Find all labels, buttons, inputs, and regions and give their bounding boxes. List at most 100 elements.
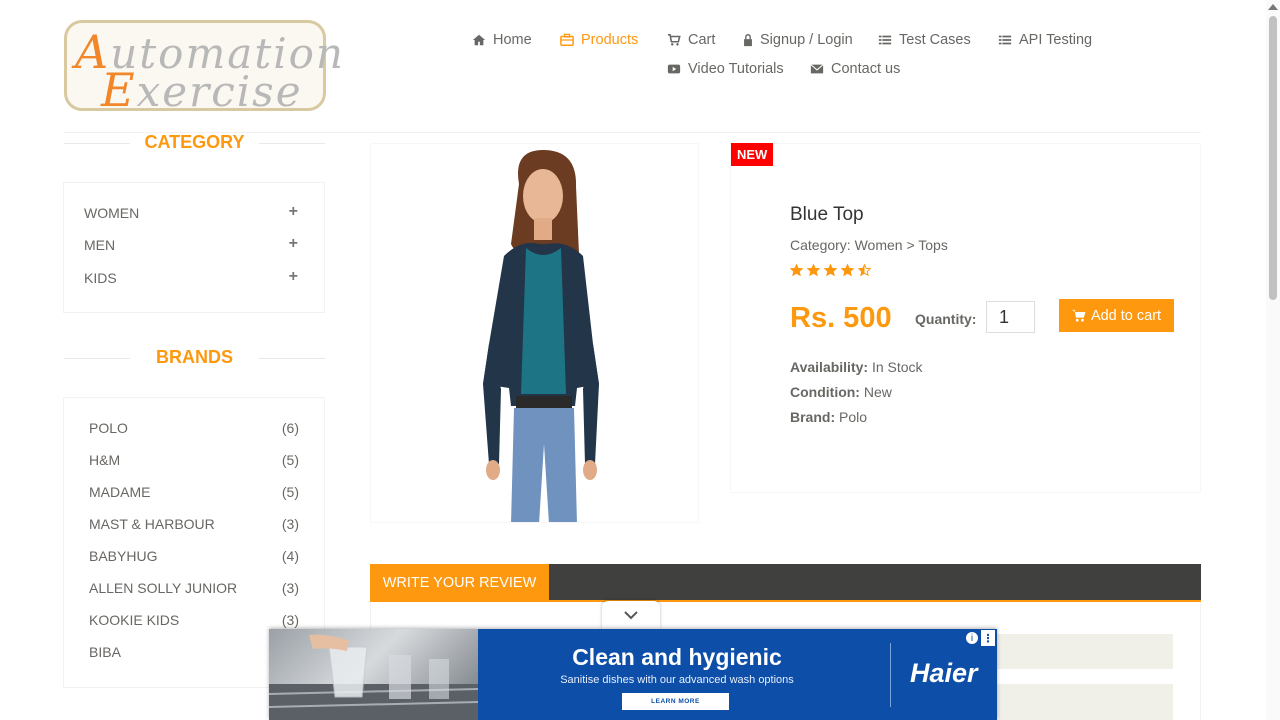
category-women[interactable]: WOMEN + [84,204,298,222]
category-panel: WOMEN + MEN + KIDS + [63,182,325,313]
nav-cart[interactable]: Cart [667,32,715,48]
nav-contact-us-label: Contact us [831,61,901,77]
add-to-cart-label: Add to cart [1090,307,1162,324]
nav-cart-label: Cart [688,32,716,48]
brand-label: MAST & HARBOUR [89,516,215,532]
nav-signup-login[interactable]: Signup / Login [743,32,853,48]
brand-polo[interactable]: POLO (6) [89,420,299,436]
brand-babyhug[interactable]: BABYHUG (4) [89,548,299,564]
brand-count: (3) [281,580,299,596]
condition: Condition: New [790,384,892,400]
brand-label: POLO [89,420,128,436]
availability-label: Availability: [790,359,869,375]
condition-value: New [863,384,892,400]
brand-label: BABYHUG [89,548,158,564]
plus-icon[interactable]: + [289,236,298,253]
brand-madame[interactable]: MADAME (5) [89,484,299,500]
product-photo-woman [483,150,599,522]
nav-test-cases-label: Test Cases [899,32,971,48]
category-heading: CATEGORY [64,132,325,153]
products-icon [560,33,574,46]
youtube-icon [667,64,681,74]
brand-count: (5) [281,452,299,468]
nav-signup-login-label: Signup / Login [760,32,853,48]
brand-label: KOOKIE KIDS [89,612,180,628]
condition-label: Condition: [790,384,860,400]
quantity-input[interactable] [986,301,1035,333]
brand-kookie-kids[interactable]: KOOKIE KIDS (3) [89,612,299,628]
nav-home[interactable]: Home [472,32,532,48]
star-full-icon [790,264,803,276]
category-men[interactable]: MEN + [84,236,298,254]
brand-count: (3) [281,612,299,628]
envelope-icon [810,64,824,74]
new-badge: NEW [731,143,774,166]
nav-video-tutorials[interactable]: Video Tutorials [667,61,784,77]
brand-count: (4) [281,548,299,564]
availability: Availability: In Stock [790,359,923,375]
review-email-field[interactable] [989,634,1173,669]
write-review-tab[interactable]: WRITE YOUR REVIEW [370,564,549,602]
ad-learn-more-button[interactable]: LEARN MORE [622,693,729,710]
list-icon [878,35,892,45]
brands-heading: BRANDS [64,347,325,368]
nav-products-label: Products [581,32,639,48]
product-name: Blue Top [790,204,864,225]
brand-count: (6) [281,420,299,436]
chevron-down-icon [624,610,638,619]
product-category: Category: Women > Tops [790,237,948,253]
category-label: MEN [84,237,116,253]
brand-value: Polo [839,409,868,425]
ad-subline: Sanitise dishes with our advanced wash o… [560,674,794,686]
nav-video-tutorials-label: Video Tutorials [688,61,784,77]
brand-label: BIBA [89,644,121,660]
add-to-cart-button[interactable]: Add to cart [1059,299,1174,332]
brand-label: MADAME [89,484,151,500]
product-image [370,143,699,523]
nav-products[interactable]: Products [560,32,638,48]
ad-brand-logo: Haier [910,658,978,688]
site-logo[interactable]: Automation Exercise [64,20,343,117]
brand-allen-solly-junior[interactable]: ALLEN SOLLY JUNIOR (3) [89,580,299,596]
kebab-icon[interactable]: ⋮ [981,630,995,646]
product-rating [790,264,871,276]
star-half-icon [858,264,871,276]
star-full-icon [807,264,820,276]
star-full-icon [824,264,837,276]
nav-test-cases[interactable]: Test Cases [878,32,971,48]
logo-line-2: Exercise [101,63,303,117]
review-text-field[interactable] [989,684,1173,720]
lock-icon [744,34,752,47]
ad-photo [269,629,479,720]
brand-label: Brand: [790,409,836,425]
plus-icon[interactable]: + [289,204,298,221]
brand-label: H&M [89,452,121,468]
brand-biba[interactable]: BIBA [89,644,299,660]
brand-label: ALLEN SOLLY JUNIOR [89,580,238,596]
plus-icon[interactable]: + [289,269,298,286]
nav-contact-us[interactable]: Contact us [810,61,900,77]
brand-count: (3) [281,516,299,532]
star-full-icon [841,264,854,276]
category-label: KIDS [84,270,117,286]
brand: Brand: Polo [790,409,867,425]
category-kids[interactable]: KIDS + [84,269,298,287]
scrollbar-thumb[interactable] [1269,16,1277,300]
scroll-up-arrow-icon[interactable] [1268,4,1278,10]
nav-api-testing[interactable]: API Testing [998,32,1092,48]
ad-collapse-toggle[interactable] [602,601,660,629]
category-label: WOMEN [84,205,140,221]
list-icon [998,35,1012,45]
quantity-label: Quantity: [915,311,977,327]
availability-value: In Stock [871,359,923,375]
cart-icon [667,33,681,46]
brand-hm[interactable]: H&M (5) [89,452,299,468]
cart-icon [1072,309,1086,322]
brand-mast-harbour[interactable]: MAST & HARBOUR (3) [89,516,299,532]
info-icon[interactable]: i [965,631,979,645]
product-price: Rs. 500 [790,302,892,334]
ad-headline: Clean and hygienic [572,644,782,670]
nav-home-label: Home [493,32,532,48]
ad-divider [890,643,891,707]
nav-api-testing-label: API Testing [1019,32,1093,48]
